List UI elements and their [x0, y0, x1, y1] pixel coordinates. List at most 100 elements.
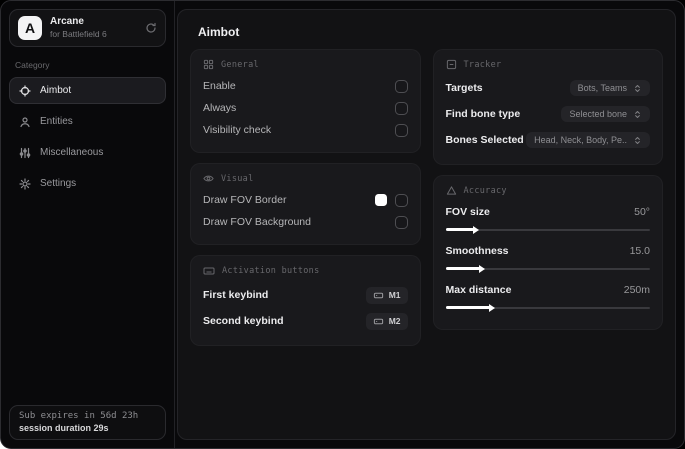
brand-card: A Arcane for Battlefield 6: [9, 9, 166, 47]
max-distance-slider[interactable]: [445, 303, 650, 312]
activation-buttons-card: Activation buttons First keybind M1 Seco…: [190, 255, 421, 346]
draw-fov-background-checkbox[interactable]: [394, 215, 408, 229]
setting-label: Always: [203, 102, 237, 114]
right-column: Tracker Targets Bots, Teams Find bone ty…: [432, 49, 663, 340]
tracker-icon: [446, 59, 457, 70]
setting-label: Bones Selected: [445, 134, 524, 146]
sidebar-item-label: Settings: [40, 178, 77, 189]
expand-icon: [633, 110, 642, 119]
dropdown-value: Selected bone: [569, 109, 627, 119]
sidebar-item-miscellaneous[interactable]: Miscellaneous: [9, 139, 166, 166]
keyboard-icon: [203, 265, 215, 277]
eye-icon: [203, 173, 214, 184]
tracker-card-header: Tracker: [446, 59, 651, 70]
activation-card-header: Activation buttons: [203, 265, 408, 277]
fov-size-slider[interactable]: [445, 225, 650, 234]
sidebar-nav: Aimbot Entities Miscellaneous Settings: [9, 77, 166, 197]
bones-selected-dropdown[interactable]: Head, Neck, Body, Pe..: [526, 132, 650, 148]
visual-card-header: Visual: [203, 173, 408, 184]
slider-fill: [445, 225, 479, 234]
enable-checkbox[interactable]: [394, 79, 408, 93]
fov-border-color-swatch[interactable]: [374, 194, 387, 206]
app-window: A Arcane for Battlefield 6 Category Aimb…: [0, 0, 685, 449]
sidebar-item-settings[interactable]: Settings: [9, 170, 166, 197]
gear-icon: [19, 177, 31, 190]
mouse-icon: [373, 316, 384, 327]
sidebar: A Arcane for Battlefield 6 Category Aimb…: [1, 1, 175, 448]
card-title: General: [221, 59, 259, 70]
setting-label: Find bone type: [445, 108, 521, 120]
targets-dropdown[interactable]: Bots, Teams: [569, 80, 650, 96]
setting-row: Smoothness 15.0: [446, 240, 651, 262]
setting-label: First keybind: [203, 289, 269, 301]
visibility-check-checkbox[interactable]: [394, 123, 408, 137]
setting-label: Draw FOV Border: [203, 194, 287, 206]
sidebar-item-entities[interactable]: Entities: [9, 108, 166, 135]
card-title: Tracker: [463, 59, 502, 70]
setting-row: Enable: [203, 75, 408, 97]
left-column: General Enable Always Visibility check V…: [190, 49, 421, 356]
dropdown-value: Head, Neck, Body, Pe..: [534, 135, 627, 145]
keybind-value: M2: [388, 316, 401, 326]
always-checkbox[interactable]: [394, 101, 408, 115]
setting-row: Find bone type Selected bone: [445, 101, 650, 127]
setting-label: Second keybind: [203, 315, 284, 327]
smoothness-value: 15.0: [629, 245, 650, 257]
accuracy-card: Accuracy FOV size 50° Smoothness 15.0 Ma…: [432, 175, 663, 330]
triangle-icon: [446, 185, 457, 196]
sidebar-item-label: Miscellaneous: [40, 147, 104, 158]
slider-fill: [445, 303, 496, 312]
setting-row: First keybind M1: [203, 282, 408, 308]
find-bone-type-dropdown[interactable]: Selected bone: [561, 106, 650, 122]
max-distance-value: 250m: [623, 284, 650, 296]
setting-row: Always: [203, 97, 408, 119]
sliders-icon: [19, 147, 31, 159]
setting-row: Draw FOV Background: [203, 211, 408, 233]
sidebar-item-aimbot[interactable]: Aimbot: [9, 77, 166, 104]
general-card-header: General: [203, 59, 408, 70]
category-label: Category: [15, 60, 50, 70]
sidebar-item-label: Aimbot: [40, 85, 72, 96]
grid-icon: [203, 59, 214, 70]
second-keybind-button[interactable]: M2: [365, 312, 408, 330]
person-icon: [19, 116, 31, 128]
keybind-value: M1: [388, 290, 401, 300]
session-duration-text: session duration 29s: [19, 423, 109, 433]
slider-fill: [445, 264, 485, 273]
card-title: Visual: [221, 173, 254, 184]
app-logo: A: [18, 16, 42, 40]
card-title: Accuracy: [463, 185, 507, 196]
setting-row: Draw FOV Border: [203, 189, 408, 211]
setting-row: Targets Bots, Teams: [445, 75, 650, 101]
setting-label: FOV size: [445, 206, 490, 218]
expand-icon: [633, 136, 642, 145]
setting-row: Visibility check: [203, 119, 408, 141]
dropdown-value: Bots, Teams: [577, 83, 627, 93]
setting-row: FOV size 50°: [446, 201, 651, 223]
content-panel: Aimbot General Enable Always Visibility …: [177, 9, 676, 440]
smoothness-slider[interactable]: [445, 264, 650, 273]
general-card: General Enable Always Visibility check: [190, 49, 421, 153]
first-keybind-button[interactable]: M1: [365, 286, 408, 304]
draw-fov-border-checkbox[interactable]: [394, 193, 408, 207]
sync-icon[interactable]: [145, 22, 157, 34]
fov-size-value: 50°: [634, 206, 650, 218]
card-title: Activation buttons: [222, 266, 320, 276]
setting-row: Bones Selected Head, Neck, Body, Pe..: [445, 127, 650, 153]
setting-label: Visibility check: [203, 124, 272, 136]
main-area: Aimbot General Enable Always Visibility …: [175, 1, 684, 448]
sub-expiry-text: Sub expires in 56d 23h: [19, 411, 139, 421]
crosshair-icon: [19, 84, 31, 97]
app-subtitle: for Battlefield 6: [50, 28, 107, 39]
mouse-icon: [373, 290, 384, 301]
setting-label: Targets: [445, 82, 483, 94]
setting-label: Max distance: [445, 284, 512, 296]
expand-icon: [633, 84, 642, 93]
setting-row: Second keybind M2: [203, 308, 408, 334]
setting-label: Smoothness: [445, 245, 509, 257]
setting-row: Max distance 250m: [446, 279, 651, 301]
page-title: Aimbot: [198, 25, 240, 39]
visual-card: Visual Draw FOV Border Draw FOV Backgrou…: [190, 163, 421, 245]
setting-label: Draw FOV Background: [203, 216, 311, 228]
subscription-card: Sub expires in 56d 23h session duration …: [9, 405, 166, 440]
